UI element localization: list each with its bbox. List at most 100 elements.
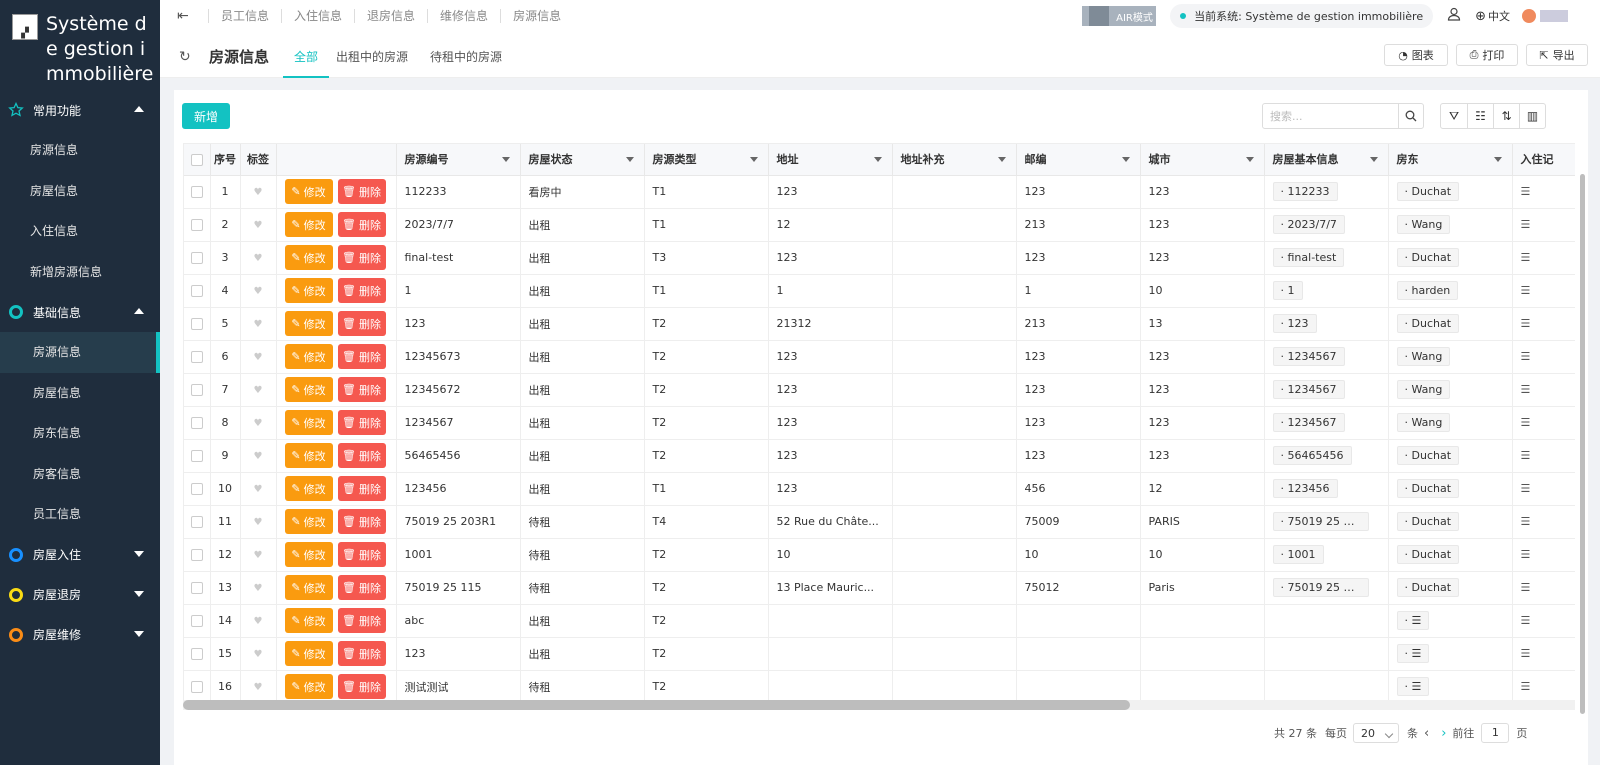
density-icon[interactable]: ⇅ [1493, 104, 1519, 128]
tab-for-rent[interactable]: 待租中的房源 [430, 48, 502, 78]
table-row[interactable]: 15 ♥ ✎ 修改 🗑 删除 123 出租 T2 · ☰ ☰ [184, 637, 1575, 671]
list-lines-icon[interactable]: ☰ [1521, 680, 1531, 693]
edit-button[interactable]: ✎ 修改 [284, 575, 333, 600]
edit-button[interactable]: ✎ 修改 [284, 542, 333, 567]
col-header-code[interactable]: 房源编号 [396, 144, 521, 176]
edit-button[interactable]: ✎ 修改 [284, 179, 333, 204]
row-checkbox[interactable] [184, 241, 211, 275]
tag-icon[interactable]: ♥ [254, 385, 263, 396]
list-lines-icon[interactable]: ☰ [1521, 548, 1531, 561]
delete-button[interactable]: 🗑 删除 [337, 641, 386, 666]
columns-icon[interactable]: ☷ [1467, 104, 1493, 128]
table-row[interactable]: 5 ♥ ✎ 修改 🗑 删除 123 出租 T2 21312 213 13 · 123 · Duchat ☰ [184, 307, 1575, 341]
add-button[interactable]: 新增 [182, 103, 230, 129]
row-checkbox[interactable] [184, 505, 211, 539]
list-lines-icon[interactable]: ☰ [1521, 647, 1531, 660]
list-lines-icon[interactable]: ☰ [1521, 449, 1531, 462]
vertical-scrollbar[interactable] [1580, 174, 1585, 714]
language-switch[interactable]: ⊕ 中文 [1475, 8, 1510, 24]
menu-item-house-info[interactable]: 房屋信息 [0, 171, 160, 212]
list-lines-icon[interactable]: ☰ [1521, 515, 1531, 528]
delete-button[interactable]: 🗑 删除 [337, 410, 386, 435]
menu-fold-icon[interactable]: ⇤ [177, 8, 193, 24]
list-lines-icon[interactable]: ☰ [1521, 614, 1531, 627]
tag-icon[interactable]: ♥ [254, 352, 263, 363]
table-row[interactable]: 12 ♥ ✎ 修改 🗑 删除 1001 待租 T2 10 10 10 · 1001 · Duchat ☰ [184, 538, 1575, 572]
menu-item-listing-info-active[interactable]: 房源信息 [0, 332, 160, 373]
tag-icon[interactable]: ♥ [254, 220, 263, 231]
menu-item-tenant-info[interactable]: 房客信息 [0, 454, 160, 495]
page-size-select[interactable]: 20 [1353, 723, 1399, 743]
col-header-address-extra[interactable]: 地址补充 [892, 144, 1017, 176]
col-header-type[interactable]: 房源类型 [644, 144, 769, 176]
tag-icon[interactable]: ♥ [254, 286, 263, 297]
edit-button[interactable]: ✎ 修改 [284, 311, 333, 336]
menu-item-house-info[interactable]: 房屋信息 [0, 373, 160, 414]
delete-button[interactable]: 🗑 删除 [337, 476, 386, 501]
delete-button[interactable]: 🗑 删除 [337, 311, 386, 336]
row-checkbox[interactable] [184, 670, 211, 704]
row-checkbox[interactable] [184, 340, 211, 374]
list-lines-icon[interactable]: ☰ [1521, 218, 1531, 231]
table-row[interactable]: 13 ♥ ✎ 修改 🗑 删除 75019 25 115 待租 T2 13 Place Mauric… [184, 571, 1575, 605]
tag-icon[interactable]: ♥ [254, 682, 263, 693]
table-row[interactable]: 7 ♥ ✎ 修改 🗑 删除 12345672 出租 T2 123 123 123 · 1234567 · … [184, 373, 1575, 407]
tag-icon[interactable]: ♥ [254, 649, 263, 660]
table-row[interactable]: 11 ♥ ✎ 修改 🗑 删除 75019 25 203R1 待租 T4 52 Rue du Châ… [184, 505, 1575, 539]
avatar[interactable] [1522, 9, 1536, 23]
delete-button[interactable]: 🗑 删除 [337, 245, 386, 270]
edit-button[interactable]: ✎ 修改 [284, 245, 333, 270]
page-input[interactable]: 1 [1481, 723, 1510, 743]
edit-button[interactable]: ✎ 修改 [284, 344, 333, 369]
horizontal-scrollbar[interactable] [183, 700, 1575, 710]
delete-button[interactable]: 🗑 删除 [337, 278, 386, 303]
delete-button[interactable]: 🗑 删除 [337, 377, 386, 402]
row-checkbox[interactable] [184, 208, 211, 242]
col-header-checkin[interactable]: 入住记 [1512, 144, 1575, 176]
col-header-address[interactable]: 地址 [768, 144, 893, 176]
prev-page-icon[interactable]: ‹ [1424, 726, 1429, 741]
tag-icon[interactable]: ♥ [254, 583, 263, 594]
row-checkbox[interactable] [184, 373, 211, 407]
edit-button[interactable]: ✎ 修改 [284, 410, 333, 435]
table-row[interactable]: 6 ♥ ✎ 修改 🗑 删除 12345673 出租 T2 123 123 123 · 1234567 · … [184, 340, 1575, 374]
row-checkbox[interactable] [184, 472, 211, 506]
list-lines-icon[interactable]: ☰ [1521, 581, 1531, 594]
menu-group-common[interactable]: 常用功能 [0, 90, 160, 130]
col-header-basic-info[interactable]: 房屋基本信息 [1264, 144, 1389, 176]
table-row[interactable]: 10 ♥ ✎ 修改 🗑 删除 123456 出租 T1 123 456 12 · 123456 · Duc… [184, 472, 1575, 506]
tag-icon[interactable]: ♥ [254, 187, 263, 198]
list-lines-icon[interactable]: ☰ [1521, 284, 1531, 297]
delete-button[interactable]: 🗑 删除 [337, 509, 386, 534]
list-lines-icon[interactable]: ☰ [1521, 383, 1531, 396]
menu-group-basic[interactable]: 基础信息 [0, 292, 160, 332]
scrollbar-thumb[interactable] [183, 700, 1130, 710]
user-icon[interactable] [1447, 7, 1461, 25]
row-checkbox[interactable] [184, 637, 211, 671]
table-row[interactable]: 2 ♥ ✎ 修改 🗑 删除 2023/7/7 出租 T1 12 213 123 · 2023/7/7 · … [184, 208, 1575, 242]
delete-button[interactable]: 🗑 删除 [337, 179, 386, 204]
row-checkbox[interactable] [184, 571, 211, 605]
menu-group-repair[interactable]: 房屋维修 [0, 615, 160, 655]
table-row[interactable]: 16 ♥ ✎ 修改 🗑 删除 测试测试 待租 T2 · ☰ ☰ [184, 670, 1575, 704]
tag-icon[interactable]: ♥ [254, 418, 263, 429]
edit-button[interactable]: ✎ 修改 [284, 212, 333, 237]
table-row[interactable]: 3 ♥ ✎ 修改 🗑 删除 final-test 出租 T3 123 123 123 · final-t… [184, 241, 1575, 275]
tag-icon[interactable]: ♥ [254, 451, 263, 462]
tag-icon[interactable]: ♥ [254, 517, 263, 528]
menu-item-checkin-info[interactable]: 入住信息 [0, 211, 160, 252]
edit-button[interactable]: ✎ 修改 [284, 278, 333, 303]
table-row[interactable]: 4 ♥ ✎ 修改 🗑 删除 1 出租 T1 1 1 10 · 1 · harden ☰ [184, 274, 1575, 308]
list-lines-icon[interactable]: ☰ [1521, 185, 1531, 198]
delete-button[interactable]: 🗑 删除 [337, 443, 386, 468]
menu-item-staff-info[interactable]: 员工信息 [0, 494, 160, 535]
edit-button[interactable]: ✎ 修改 [284, 476, 333, 501]
menu-item-landlord-info[interactable]: 房东信息 [0, 413, 160, 454]
tab-renting[interactable]: 出租中的房源 [336, 48, 408, 78]
list-lines-icon[interactable]: ☰ [1521, 350, 1531, 363]
delete-button[interactable]: 🗑 删除 [337, 674, 386, 699]
search-input[interactable] [1263, 105, 1398, 127]
table-row[interactable]: 14 ♥ ✎ 修改 🗑 删除 abc 出租 T2 · ☰ ☰ [184, 604, 1575, 638]
print-button[interactable]: ⎙ 打印 [1456, 44, 1518, 66]
row-checkbox[interactable] [184, 439, 211, 473]
